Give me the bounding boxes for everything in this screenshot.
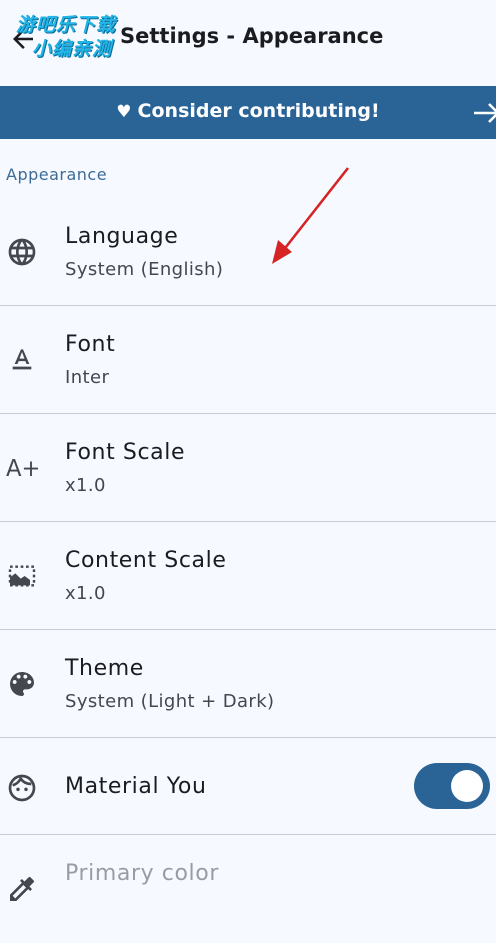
palette-icon [6, 668, 38, 700]
setting-language[interactable]: Language System (English) [0, 198, 496, 306]
setting-font[interactable]: Font Inter [0, 306, 496, 414]
setting-material-you[interactable]: Material You [0, 738, 496, 835]
watermark-line-2: 小编亲测 [32, 38, 113, 60]
font-icon [6, 344, 38, 376]
color-picker-icon [6, 873, 38, 905]
arrow-left-icon [13, 29, 33, 49]
heart-icon: ♥ [116, 102, 132, 122]
setting-value: System (Light + Dark) [65, 691, 275, 712]
contribute-banner[interactable]: ♥ Consider contributing! [0, 86, 496, 139]
setting-content-scale[interactable]: Content Scale x1.0 [0, 522, 496, 630]
setting-title: Content Scale [65, 548, 227, 573]
setting-title: Theme [65, 656, 144, 681]
settings-list: Language System (English) Font Inter A+ … [0, 198, 496, 943]
toggle-knob [451, 770, 483, 802]
setting-title: Language [65, 224, 179, 249]
setting-value: System (English) [65, 259, 224, 280]
banner-text: Consider contributing! [137, 100, 380, 122]
face-icon [6, 772, 38, 804]
top-app-bar: Settings - Appearance 游吧乐下载 小编亲测 [0, 0, 496, 86]
page-title: Settings - Appearance [120, 24, 384, 48]
font-scale-icon: A+ [6, 452, 40, 484]
setting-theme[interactable]: Theme System (Light + Dark) [0, 630, 496, 738]
section-header-appearance: Appearance [6, 165, 108, 184]
arrow-right-icon [474, 103, 496, 123]
setting-title: Font Scale [65, 440, 186, 465]
setting-title: Primary color [65, 861, 219, 886]
content-scale-icon [6, 560, 38, 592]
back-button[interactable] [8, 24, 44, 60]
setting-primary-color[interactable]: Primary color [0, 835, 496, 943]
setting-value: Inter [65, 367, 110, 388]
setting-value: x1.0 [65, 475, 106, 496]
setting-value: x1.0 [65, 583, 106, 604]
globe-icon [6, 236, 38, 268]
material-you-toggle[interactable] [414, 763, 490, 809]
banner-label: ♥ Consider contributing! [0, 100, 496, 122]
setting-font-scale[interactable]: A+ Font Scale x1.0 [0, 414, 496, 522]
setting-title: Font [65, 332, 116, 357]
setting-title: Material You [65, 774, 207, 799]
svg-text:A+: A+ [6, 456, 38, 482]
